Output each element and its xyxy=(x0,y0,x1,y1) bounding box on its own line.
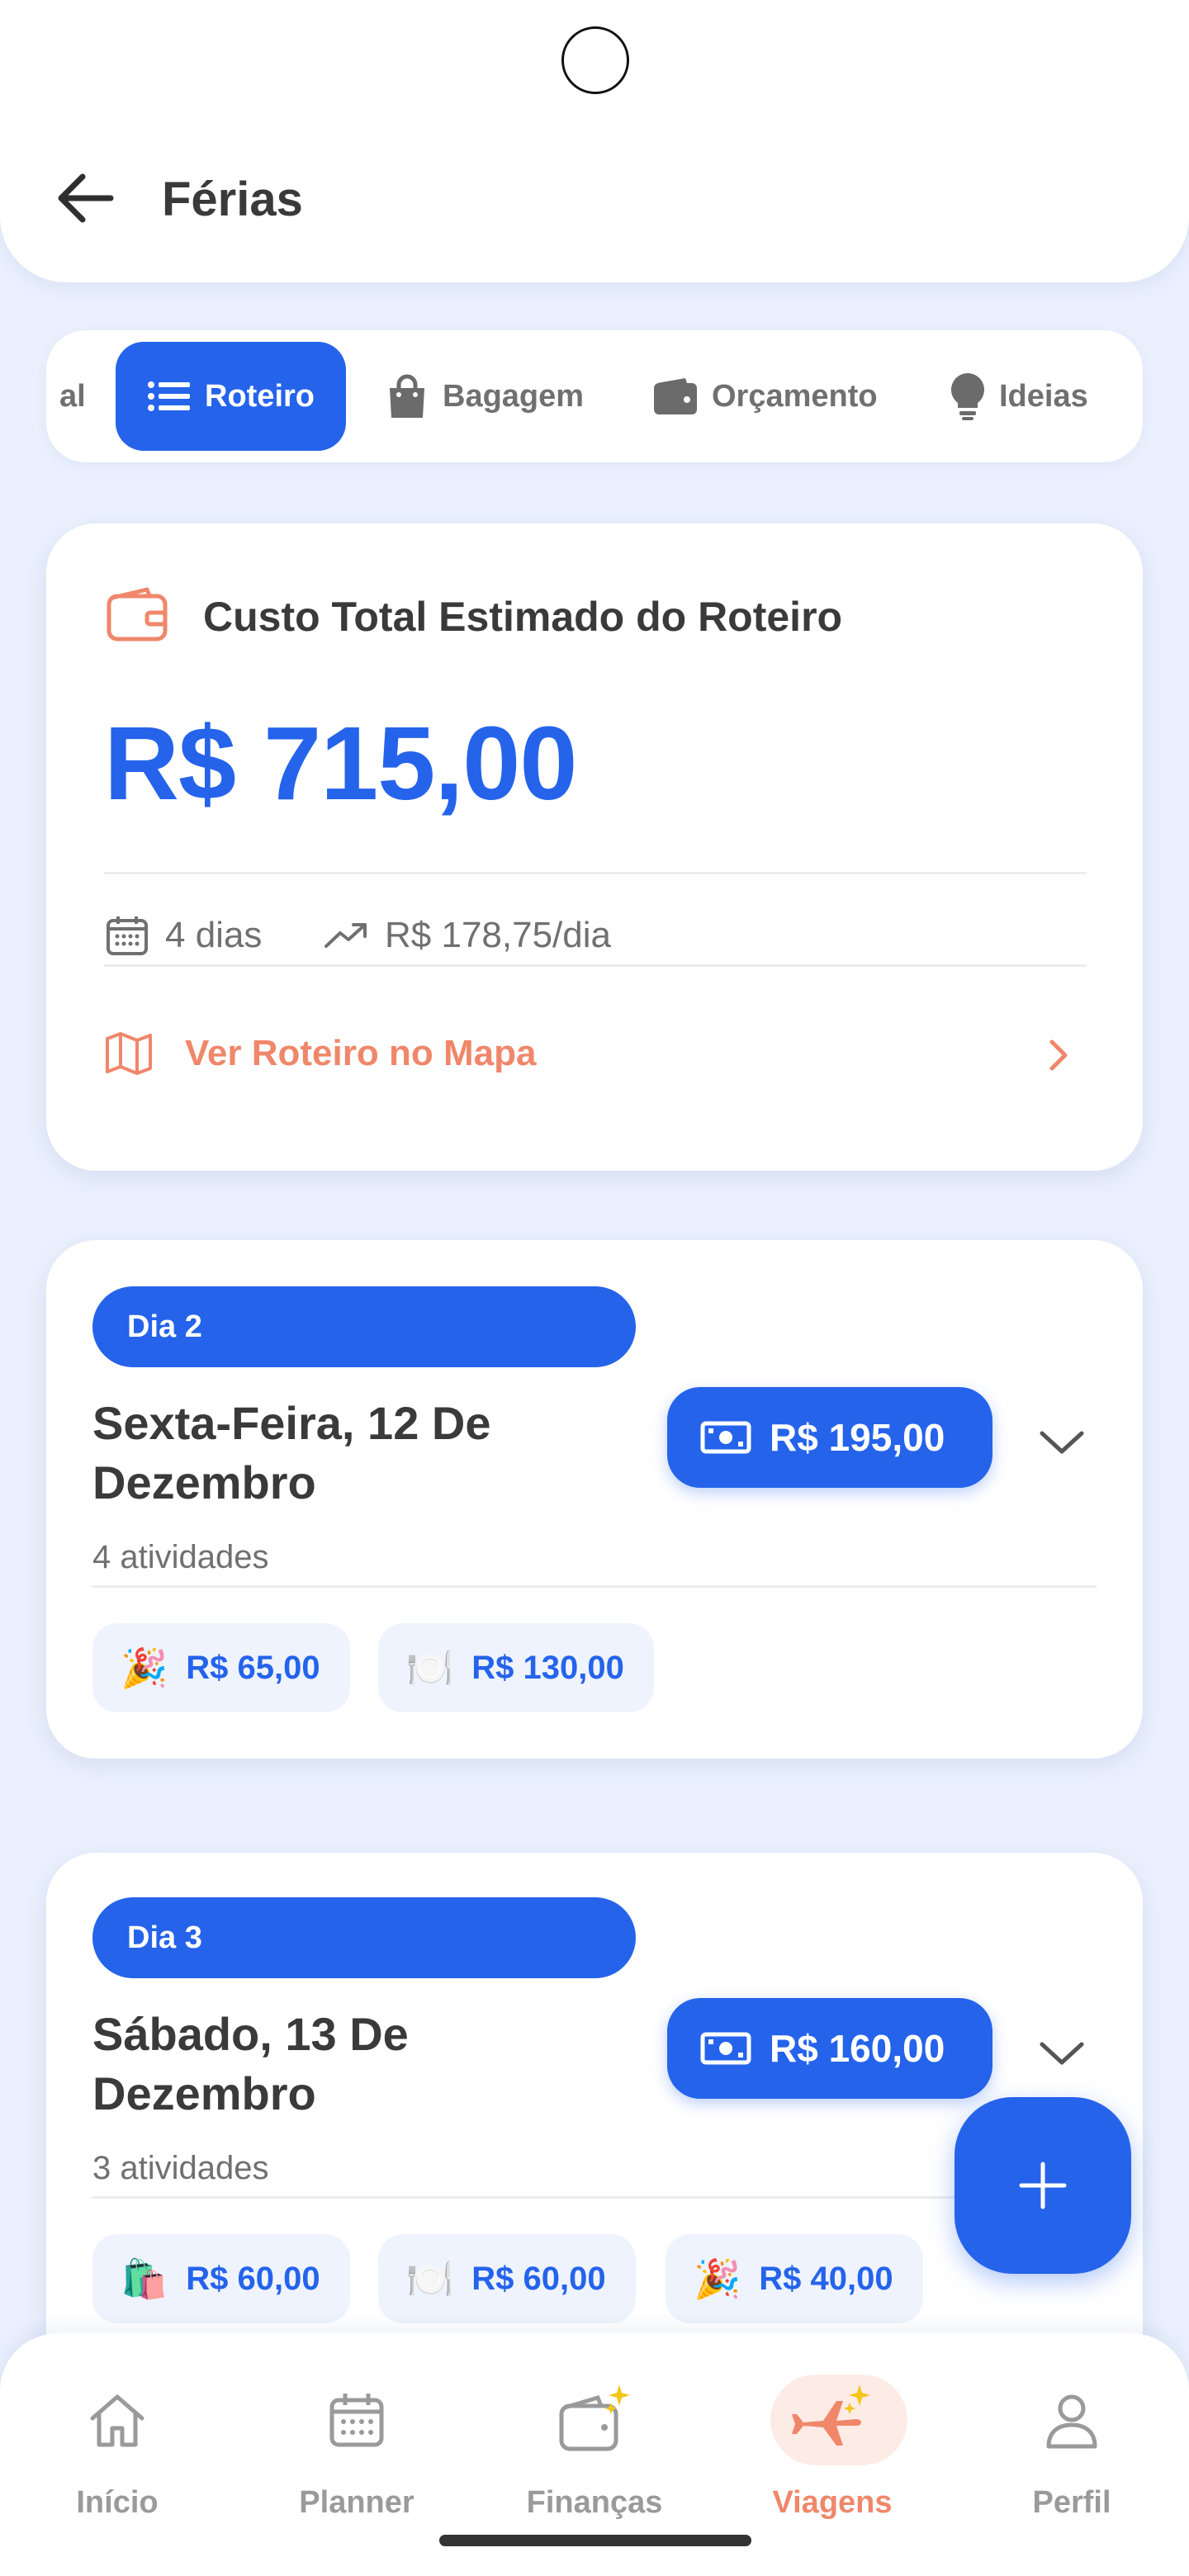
lightbulb-icon xyxy=(950,372,986,421)
days-text: 4 dias xyxy=(165,915,263,955)
nav-planner[interactable]: Planner xyxy=(274,2375,439,2521)
app-header: Férias xyxy=(0,0,1189,282)
calendar-icon xyxy=(106,915,149,956)
trending-up-icon xyxy=(324,921,368,949)
category-chip: 🎉 R$ 40,00 xyxy=(666,2234,923,2323)
summary-title: Custo Total Estimado do Roteiro xyxy=(203,594,843,640)
divider xyxy=(104,964,1087,967)
nav-label: Início xyxy=(76,2485,159,2520)
nav-inicio[interactable]: Início xyxy=(35,2375,200,2521)
tab-bagagem[interactable]: Bagagem xyxy=(385,342,584,451)
tab-partial[interactable]: al xyxy=(59,342,86,451)
chip-amount: R$ 60,00 xyxy=(186,2260,320,2297)
wallet-icon xyxy=(652,376,699,416)
wallet-sparkle-icon xyxy=(559,2384,630,2451)
home-icon xyxy=(90,2394,144,2447)
tab-roteiro[interactable]: Roteiro xyxy=(116,342,346,451)
list-icon xyxy=(147,380,192,413)
chip-amount: R$ 40,00 xyxy=(759,2260,893,2297)
tab-orcamento[interactable]: Orçamento xyxy=(652,342,878,451)
chevron-right-icon[interactable] xyxy=(1045,1037,1070,1077)
wallet-icon xyxy=(106,586,168,646)
nav-viagens[interactable]: Viagens xyxy=(750,2375,915,2521)
tab-label: Ideias xyxy=(999,378,1088,414)
map-icon xyxy=(104,1030,154,1077)
tab-label: Orçamento xyxy=(712,378,878,414)
arrow-left-icon xyxy=(58,173,114,223)
divider xyxy=(104,872,1087,874)
calendar-icon xyxy=(329,2394,384,2447)
plate-cutlery-icon: 🍽️ xyxy=(406,1646,454,1689)
activity-count: 3 atividades xyxy=(92,2150,269,2186)
tab-bar: al Roteiro Bagagem Orçamento Ideias xyxy=(46,330,1143,462)
chip-amount: R$ 130,00 xyxy=(471,1649,624,1686)
home-indicator xyxy=(439,2535,751,2546)
party-popper-icon: 🎉 xyxy=(694,2256,741,2300)
nav-label: Finanças xyxy=(526,2485,663,2520)
day-title: Sexta-Feira, 12 De Dezembro xyxy=(92,1397,491,1508)
page-title: Férias xyxy=(162,173,303,226)
camera-cutout xyxy=(561,26,629,94)
chip-amount: R$ 65,00 xyxy=(186,1649,320,1686)
plate-cutlery-icon: 🍽️ xyxy=(406,2256,454,2300)
chevron-down-icon[interactable] xyxy=(1037,1427,1087,1461)
day-total-badge: R$ 160,00 xyxy=(667,1998,992,2099)
shopping-bag-icon xyxy=(385,373,429,419)
tab-label: Roteiro xyxy=(205,378,315,414)
divider xyxy=(92,1585,1097,1588)
view-map-link[interactable]: Ver Roteiro no Mapa xyxy=(104,1030,536,1077)
divider xyxy=(92,2196,1097,2199)
day-total-amount: R$ 160,00 xyxy=(770,2027,945,2070)
plus-icon xyxy=(1019,2162,1067,2209)
per-day-stat: R$ 178,75/dia xyxy=(324,915,611,956)
day-pill: Dia 3 xyxy=(92,1897,636,1978)
nav-label: Perfil xyxy=(1032,2485,1111,2520)
day-pill: Dia 2 xyxy=(92,1286,636,1367)
nav-perfil[interactable]: Perfil xyxy=(989,2375,1154,2521)
per-day-text: R$ 178,75/dia xyxy=(385,915,611,955)
tab-label: al xyxy=(59,378,86,414)
user-icon xyxy=(1046,2394,1097,2449)
add-button[interactable] xyxy=(955,2097,1131,2274)
tab-label: Bagagem xyxy=(443,378,585,414)
day-title: Sábado, 13 De Dezembro xyxy=(92,2008,409,2119)
category-chip: 🍽️ R$ 60,00 xyxy=(378,2234,636,2323)
chevron-down-icon[interactable] xyxy=(1037,2038,1087,2072)
chip-amount: R$ 60,00 xyxy=(471,2260,606,2297)
activity-count: 4 atividades xyxy=(92,1539,269,1575)
day-total-amount: R$ 195,00 xyxy=(770,1416,945,1459)
nav-label: Planner xyxy=(299,2485,414,2520)
category-chip: 🛍️ R$ 60,00 xyxy=(92,2234,350,2323)
category-chip: 🍽️ R$ 130,00 xyxy=(378,1623,654,1712)
party-popper-icon: 🎉 xyxy=(121,1646,168,1689)
shopping-bags-icon: 🛍️ xyxy=(121,2256,168,2300)
tab-ideias[interactable]: Ideias xyxy=(950,342,1088,451)
days-stat: 4 dias xyxy=(106,915,262,956)
category-chip: 🎉 R$ 65,00 xyxy=(92,1623,350,1712)
nav-label: Viagens xyxy=(772,2485,893,2520)
nav-financas[interactable]: Finanças xyxy=(512,2375,677,2521)
cost-summary-card: Custo Total Estimado do Roteiro R$ 715,0… xyxy=(46,523,1143,1171)
money-icon xyxy=(700,1418,751,1456)
money-icon xyxy=(700,2029,751,2067)
total-cost: R$ 715,00 xyxy=(104,705,577,822)
back-button[interactable] xyxy=(53,165,119,231)
map-link-label: Ver Roteiro no Mapa xyxy=(185,1033,537,1073)
day-total-badge: R$ 195,00 xyxy=(667,1387,992,1488)
plane-sparkle-icon xyxy=(792,2384,870,2446)
day-card[interactable]: Dia 2 Sexta-Feira, 12 De Dezembro R$ 195… xyxy=(46,1240,1143,1759)
